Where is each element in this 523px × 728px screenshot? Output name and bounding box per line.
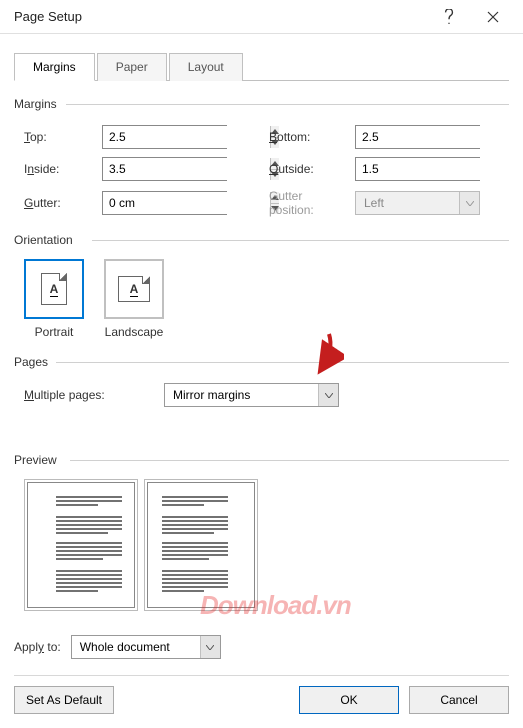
tabs: Margins Paper Layout <box>14 52 509 81</box>
portrait-label: Portrait <box>24 325 84 339</box>
annotation-arrow-icon <box>284 330 344 380</box>
watermark: Download.vn <box>200 590 351 621</box>
orientation-section: Orientation A Portrait A Landscape <box>14 233 509 339</box>
multiple-pages-select[interactable]: Mirror margins <box>164 383 339 407</box>
tab-layout[interactable]: Layout <box>169 53 243 81</box>
ok-button[interactable]: OK <box>299 686 399 714</box>
close-icon[interactable] <box>471 2 515 32</box>
titlebar: Page Setup <box>0 0 523 34</box>
footer: Set As Default OK Cancel <box>14 675 509 714</box>
top-label: Top: <box>24 130 96 144</box>
landscape-icon: A <box>118 276 150 302</box>
tab-margins[interactable]: Margins <box>14 53 95 81</box>
pages-heading: Pages <box>14 355 48 369</box>
preview-section: Preview <box>14 453 509 611</box>
bottom-label: Bottom: <box>269 130 349 144</box>
inside-input[interactable] <box>102 157 227 181</box>
help-icon[interactable] <box>427 2 471 32</box>
outside-label: Outside: <box>269 162 349 176</box>
orientation-heading: Orientation <box>14 233 73 247</box>
margins-section: Margins Top: Bottom: Inside: Outside: Gu… <box>14 97 509 217</box>
set-default-button[interactable]: Set As Default <box>14 686 114 714</box>
bottom-input[interactable] <box>355 125 480 149</box>
apply-row: Apply to: Whole document <box>14 635 509 659</box>
dialog-title: Page Setup <box>14 9 427 24</box>
landscape-label: Landscape <box>104 325 164 339</box>
gutter-label: Gutter: <box>24 196 96 210</box>
pages-section: Pages Multiple pages: Mirror margins <box>14 355 509 407</box>
chevron-down-icon[interactable] <box>200 636 220 658</box>
top-input[interactable] <box>102 125 227 149</box>
preview-page-left <box>24 479 138 611</box>
tab-paper[interactable]: Paper <box>97 53 167 81</box>
apply-label: Apply to: <box>14 640 61 654</box>
apply-select[interactable]: Whole document <box>71 635 221 659</box>
landscape-option[interactable]: A Landscape <box>104 259 164 339</box>
chevron-down-icon <box>459 192 479 214</box>
chevron-down-icon[interactable] <box>318 384 338 406</box>
gutter-input[interactable] <box>102 191 227 215</box>
portrait-icon: A <box>41 273 67 305</box>
multiple-pages-label: Multiple pages: <box>24 388 154 402</box>
cancel-button[interactable]: Cancel <box>409 686 509 714</box>
portrait-option[interactable]: A Portrait <box>24 259 84 339</box>
margins-heading: Margins <box>14 97 57 111</box>
preview-heading: Preview <box>14 453 57 467</box>
outside-input[interactable] <box>355 157 480 181</box>
inside-label: Inside: <box>24 162 96 176</box>
gutterpos-select: Left <box>355 191 480 215</box>
gutterpos-label: Gutter position: <box>269 189 349 217</box>
